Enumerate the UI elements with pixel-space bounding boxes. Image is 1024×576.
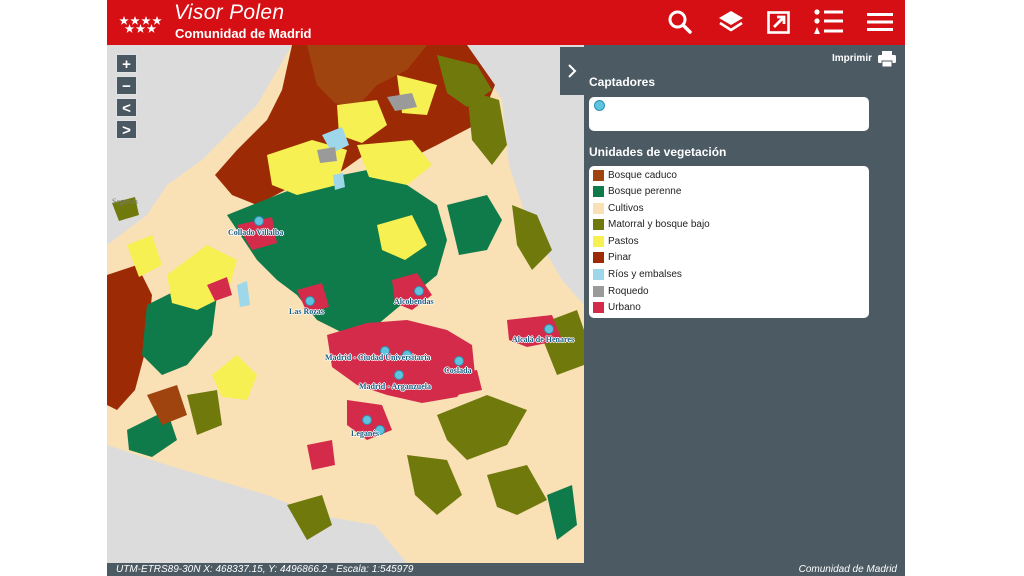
place-label: Alcalá de Henares: [512, 335, 575, 344]
sensor-marker[interactable]: [305, 296, 315, 306]
legend-label: Bosque caduco: [608, 169, 677, 181]
layers-button[interactable]: [714, 6, 748, 38]
list-icon: [814, 9, 843, 34]
legend-label: Matorral y bosque bajo: [608, 218, 710, 230]
legend-item: Roquedo: [593, 284, 649, 298]
legend-swatch: [593, 235, 604, 247]
legend-swatch: [593, 285, 604, 297]
side-panel: Imprimir Captadores Unidades de vegetaci…: [584, 45, 905, 563]
place-label: Las Rozas: [289, 307, 324, 316]
search-button[interactable]: [663, 6, 697, 38]
legend-item: Bosque caduco: [593, 168, 677, 182]
legend-label: Roquedo: [608, 285, 649, 297]
legend-swatch: [593, 301, 604, 313]
legend-swatch: [593, 202, 604, 214]
app-window: Visor Polen Comunidad de Madrid Segovia …: [107, 0, 905, 576]
vegetation-map: [107, 45, 584, 563]
place-label: Alcobendas: [394, 297, 434, 306]
hamburger-icon: [867, 13, 893, 31]
segovia-label: Segovia: [112, 197, 138, 206]
legend-item: Pinar: [593, 250, 631, 264]
search-icon: [668, 10, 692, 34]
legend-label: Bosque perenne: [608, 185, 682, 197]
captador-legend-marker: [594, 100, 605, 111]
map-view[interactable]: Segovia Collado Villalba Alcobendas Las …: [107, 45, 584, 563]
sensor-marker[interactable]: [362, 415, 372, 425]
app-title: Visor Polen: [174, 1, 285, 24]
legend-item: Bosque perenne: [593, 184, 681, 198]
legend-item: Cultivos: [593, 201, 644, 215]
legend-swatch: [593, 185, 604, 197]
pan-forward-button[interactable]: >: [116, 120, 137, 139]
captadores-box: [589, 97, 869, 131]
printer-icon[interactable]: [877, 50, 897, 68]
comunidad-madrid-logo: [119, 16, 162, 33]
sensor-marker[interactable]: [394, 370, 404, 380]
legend-button[interactable]: [812, 6, 846, 38]
status-bar: UTM-ETRS89-30N X: 468337.15, Y: 4496866.…: [107, 563, 905, 576]
legend-item: Urbano: [593, 300, 641, 314]
place-label: Coslada: [444, 366, 472, 375]
vegetation-title: Unidades de vegetación: [589, 145, 727, 159]
zoom-in-button[interactable]: +: [116, 54, 137, 73]
legend-swatch: [593, 218, 604, 230]
print-label[interactable]: Imprimir: [832, 53, 872, 64]
vegetation-legend: Bosque caduco Bosque perenne Cultivos Ma…: [589, 166, 869, 318]
sensor-marker[interactable]: [414, 286, 424, 296]
captadores-title: Captadores: [589, 75, 656, 89]
legend-label: Urbano: [608, 301, 641, 313]
place-label: Madrid - Arganzuela: [359, 382, 431, 391]
sensor-marker[interactable]: [544, 324, 554, 334]
sensor-marker[interactable]: [254, 216, 264, 226]
legend-label: Pastos: [608, 235, 639, 247]
legend-label: Cultivos: [608, 202, 644, 214]
external-link-icon: [767, 11, 790, 34]
sensor-marker[interactable]: [454, 356, 464, 366]
pan-back-button[interactable]: <: [116, 98, 137, 117]
panel-collapse-button[interactable]: [560, 47, 584, 95]
app-header: Visor Polen Comunidad de Madrid: [107, 0, 905, 45]
legend-swatch: [593, 251, 604, 263]
place-label: Leganés: [351, 429, 379, 438]
legend-item: Pastos: [593, 234, 639, 248]
legend-item: Matorral y bosque bajo: [593, 217, 710, 231]
legend-swatch: [593, 169, 604, 181]
layers-icon: [719, 11, 743, 32]
legend-swatch: [593, 268, 604, 280]
app-subtitle: Comunidad de Madrid: [175, 26, 312, 41]
chevron-right-icon: [568, 64, 577, 78]
legend-label: Ríos y embalses: [608, 268, 682, 280]
legend-label: Pinar: [608, 251, 632, 263]
menu-button[interactable]: [863, 6, 897, 38]
legend-item: Ríos y embalses: [593, 267, 682, 281]
share-button[interactable]: [762, 6, 796, 38]
place-label: Madrid - Ciudad Universitaria: [325, 353, 431, 362]
place-label: Collado Villalba: [228, 228, 284, 237]
credit-label: Comunidad de Madrid: [798, 564, 897, 575]
coordinates-readout: UTM-ETRS89-30N X: 468337.15, Y: 4496866.…: [116, 564, 414, 575]
zoom-out-button[interactable]: −: [116, 76, 137, 95]
